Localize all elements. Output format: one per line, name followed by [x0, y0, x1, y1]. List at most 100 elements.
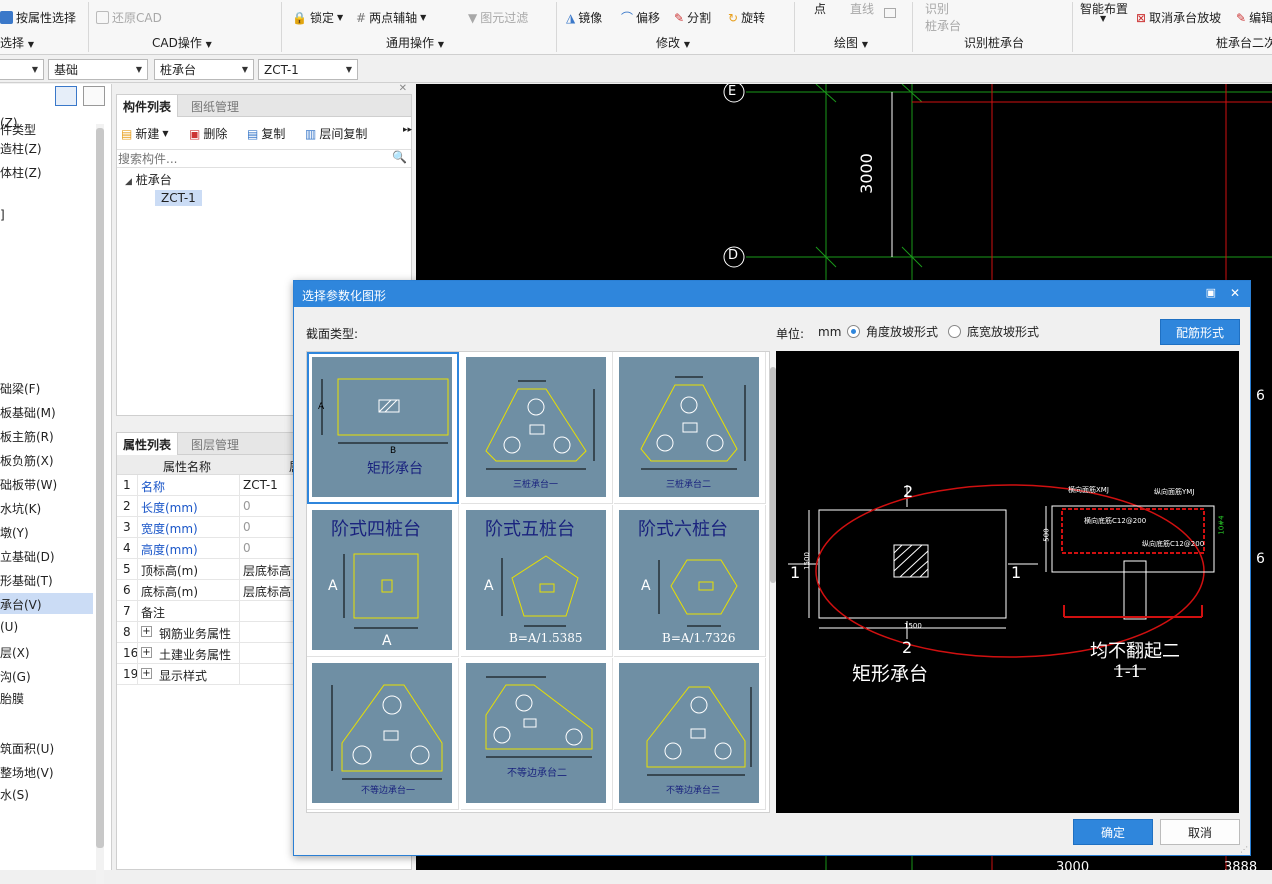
property-row[interactable]: 16 + 土建业务属性: [117, 643, 297, 664]
property-row[interactable]: 4 高度(mm) 0: [117, 538, 297, 559]
tab-layer-manage[interactable]: 图层管理: [185, 433, 245, 455]
nav-item[interactable]: 础板带(W): [0, 473, 93, 494]
close-icon[interactable]: ✕: [1230, 286, 1240, 300]
copy-button[interactable]: ▤ 复制: [247, 125, 285, 142]
property-value[interactable]: 0: [243, 541, 251, 555]
nav-item[interactable]: ]: [0, 205, 93, 226]
property-value[interactable]: 0: [243, 520, 251, 534]
shape-step-six-pile[interactable]: A 阶式六桩台 B=A/1.7326: [614, 505, 766, 657]
component-type-select[interactable]: 桩承台 ▼: [154, 59, 254, 80]
nav-item[interactable]: 板基础(M): [0, 401, 93, 422]
nav-item[interactable]: 水坑(K): [0, 497, 93, 518]
nav-scrollbar[interactable]: [96, 124, 104, 884]
property-row[interactable]: 6 底标高(m) 层底标高: [117, 580, 297, 601]
shape-rect-cap[interactable]: A B 矩形承台: [307, 352, 459, 504]
close-icon[interactable]: ✕: [399, 83, 407, 94]
property-value[interactable]: 0: [243, 499, 251, 513]
collapse-icon[interactable]: ◢: [125, 177, 132, 187]
radio-angle-slope[interactable]: 角度放坡形式: [847, 323, 938, 340]
nav-item[interactable]: 筑面积(U): [0, 737, 93, 758]
shape-three-pile-2[interactable]: 三桩承台二: [614, 352, 766, 504]
split-button[interactable]: ✎ 分割: [674, 9, 711, 26]
nav-item[interactable]: 板主筋(R): [0, 425, 93, 446]
group-select[interactable]: 选择 ▼: [0, 34, 34, 51]
dialog-titlebar[interactable]: 选择参数化图形 ▣ ✕: [294, 281, 1250, 307]
group-cad-ops[interactable]: CAD操作 ▼: [152, 34, 212, 51]
expand-icon[interactable]: +: [141, 668, 152, 679]
tab-property-list[interactable]: 属性列表: [117, 433, 179, 455]
tab-drawing-manage[interactable]: 图纸管理: [185, 95, 245, 117]
property-row[interactable]: 19 + 显示样式: [117, 664, 297, 685]
floor-select[interactable]: ▼: [0, 59, 44, 80]
category-select[interactable]: 基础 ▼: [48, 59, 148, 80]
property-row[interactable]: 5 顶标高(m) 层底标高: [117, 559, 297, 580]
group-modify[interactable]: 修改 ▼: [656, 34, 690, 51]
property-value[interactable]: 层底标高: [243, 562, 291, 579]
shape-unequal-3[interactable]: 不等边承台三: [614, 658, 766, 810]
rebar-form-button[interactable]: 配筋形式: [1160, 319, 1240, 345]
cancel-button[interactable]: 取消: [1160, 819, 1240, 845]
nav-item[interactable]: 沟(G): [0, 665, 93, 686]
tab-component-list[interactable]: 构件列表: [117, 95, 179, 117]
property-value[interactable]: 层底标高: [243, 583, 291, 600]
expand-icon[interactable]: +: [141, 647, 152, 658]
lock-button[interactable]: 🔒 锁定 ▼: [292, 9, 343, 26]
rect-draw-icon[interactable]: [884, 8, 896, 18]
shape-step-five-pile[interactable]: A 阶式五桩台 B=A/1.5385: [461, 505, 613, 657]
maximize-icon[interactable]: ▣: [1206, 286, 1216, 299]
property-value[interactable]: ZCT-1: [243, 478, 278, 492]
nav-item[interactable]: (U): [0, 617, 93, 638]
nav-item[interactable]: 板负筋(X): [0, 449, 93, 470]
search-icon[interactable]: 🔍: [392, 150, 407, 164]
tree-item-zct1[interactable]: ZCT-1: [155, 190, 202, 206]
nav-item[interactable]: 形基础(T): [0, 569, 93, 590]
shape-step-four-pile[interactable]: A A 阶式四桩台: [307, 505, 459, 657]
shape-three-pile-1[interactable]: 三桩承台一: [461, 352, 613, 504]
two-point-axis-button[interactable]: # 两点辅轴 ▼: [356, 9, 426, 26]
new-button[interactable]: ▤ 新建 ▼: [121, 125, 169, 142]
shape-unequal-2[interactable]: 不等边承台二: [461, 658, 613, 810]
radio-width-slope[interactable]: 底宽放坡形式: [948, 323, 1039, 340]
group-common-ops[interactable]: 通用操作 ▼: [386, 34, 444, 51]
nav-item[interactable]: 水(S): [0, 783, 93, 804]
property-row[interactable]: 1 名称 ZCT-1: [117, 475, 297, 496]
property-row[interactable]: 7 备注: [117, 601, 297, 622]
property-row[interactable]: 2 长度(mm) 0: [117, 496, 297, 517]
shape-unequal-1[interactable]: 不等边承台一: [307, 658, 459, 810]
chevron-down-icon[interactable]: ▼: [1100, 14, 1106, 23]
attr-select-button[interactable]: 按属性选择: [0, 9, 76, 26]
nav-item[interactable]: (Z): [0, 113, 93, 134]
nav-item[interactable]: 墩(Y): [0, 521, 93, 542]
tree-root[interactable]: ◢ 桩承台: [125, 171, 172, 188]
nav-item[interactable]: 造柱(Z): [0, 137, 93, 158]
list-view-icon[interactable]: [55, 86, 77, 106]
nav-item[interactable]: 体柱(Z): [0, 161, 93, 182]
rotate-button[interactable]: ↻ 旋转: [728, 9, 765, 26]
resize-grip-icon[interactable]: ⋰: [1240, 845, 1248, 854]
property-row[interactable]: 3 宽度(mm) 0: [117, 517, 297, 538]
expand-icon[interactable]: +: [141, 626, 152, 637]
nav-item[interactable]: 层(X): [0, 641, 93, 662]
identify-cap-button[interactable]: 识别 桩承台: [925, 0, 961, 34]
grid-view-icon[interactable]: [83, 86, 105, 106]
restore-cad-button[interactable]: 还原CAD: [96, 9, 162, 26]
cancel-slope-button[interactable]: ⊠ 取消承台放坡: [1136, 9, 1221, 26]
search-input[interactable]: [118, 151, 388, 167]
nav-item[interactable]: 整场地(V): [0, 761, 93, 782]
group-draw[interactable]: 绘图 ▼: [834, 34, 868, 51]
edit-button[interactable]: ✎ 编辑: [1236, 9, 1272, 26]
nav-item[interactable]: 承台(V): [0, 593, 93, 614]
offset-button[interactable]: ⌒ 偏移: [621, 9, 660, 26]
floor-copy-button[interactable]: ▥ 层间复制: [305, 125, 367, 142]
element-filter-button[interactable]: ▼ 图元过滤: [468, 9, 528, 26]
line-button[interactable]: 直线: [850, 0, 874, 17]
point-button[interactable]: 点: [814, 0, 826, 17]
nav-item[interactable]: 胎膜: [0, 687, 93, 708]
ok-button[interactable]: 确定: [1073, 819, 1153, 845]
mirror-button[interactable]: ◮ 镜像: [566, 9, 602, 26]
property-row[interactable]: 8 + 钢筋业务属性: [117, 622, 297, 643]
component-select[interactable]: ZCT-1 ▼: [258, 59, 358, 80]
more-icon[interactable]: ▸▸: [403, 125, 412, 135]
nav-item[interactable]: 立基础(D): [0, 545, 93, 566]
nav-item[interactable]: 础梁(F): [0, 377, 93, 398]
